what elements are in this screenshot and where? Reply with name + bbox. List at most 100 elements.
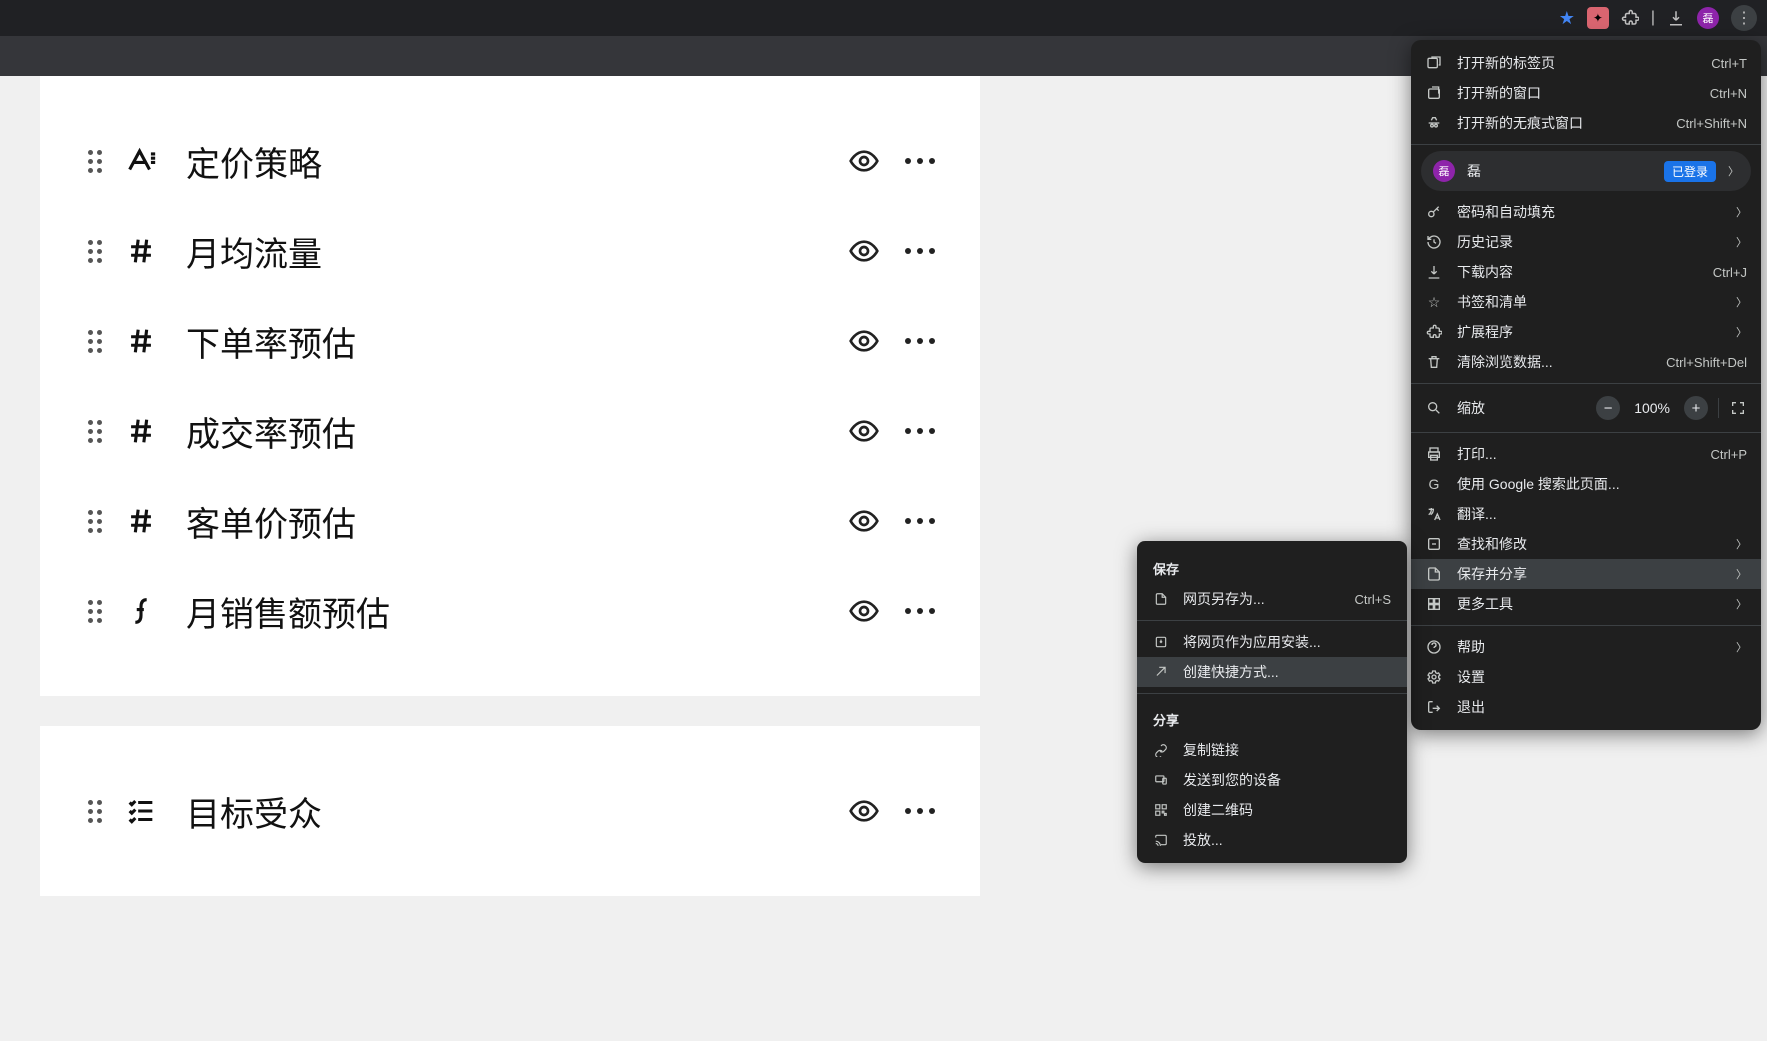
menu-label: 帮助 bbox=[1457, 637, 1722, 657]
submenu-create-qr[interactable]: 创建二维码 bbox=[1137, 795, 1407, 825]
chevron-right-icon: 〉 bbox=[1736, 324, 1747, 340]
menu-label: 使用 Google 搜索此页面... bbox=[1457, 474, 1747, 494]
menu-save-share[interactable]: 保存并分享 〉 bbox=[1411, 559, 1761, 589]
menu-find-edit[interactable]: 查找和修改 〉 bbox=[1411, 529, 1761, 559]
history-icon bbox=[1425, 234, 1443, 250]
submenu-label: 投放... bbox=[1183, 830, 1391, 850]
menu-clear-data[interactable]: 清除浏览数据... Ctrl+Shift+Del bbox=[1411, 347, 1761, 377]
property-type-icon bbox=[116, 501, 166, 541]
more-options-icon[interactable] bbox=[900, 141, 940, 181]
submenu-label: 创建二维码 bbox=[1183, 800, 1391, 820]
menu-new-tab[interactable]: 打开新的标签页 Ctrl+T bbox=[1411, 48, 1761, 78]
visibility-eye-icon[interactable] bbox=[844, 791, 884, 831]
menu-shortcut: Ctrl+J bbox=[1713, 265, 1747, 280]
drag-handle-icon[interactable] bbox=[80, 420, 110, 443]
install-icon bbox=[1153, 635, 1169, 649]
menu-account-row[interactable]: 磊 磊 已登录 〉 bbox=[1421, 151, 1751, 191]
account-name: 磊 bbox=[1467, 161, 1652, 181]
zoom-out-button[interactable]: − bbox=[1596, 396, 1620, 420]
visibility-eye-icon[interactable] bbox=[844, 141, 884, 181]
menu-label: 扩展程序 bbox=[1457, 322, 1722, 342]
drag-handle-icon[interactable] bbox=[80, 330, 110, 353]
property-list-card-2: 目标受众 bbox=[40, 726, 980, 896]
menu-label: 下载内容 bbox=[1457, 262, 1699, 282]
gear-icon bbox=[1425, 669, 1443, 685]
more-options-icon[interactable] bbox=[900, 791, 940, 831]
property-type-icon bbox=[116, 791, 166, 831]
login-badge: 已登录 bbox=[1664, 161, 1716, 182]
menu-settings[interactable]: 设置 bbox=[1411, 662, 1761, 692]
kebab-menu-icon[interactable]: ⋮ bbox=[1731, 5, 1757, 31]
more-options-icon[interactable] bbox=[900, 411, 940, 451]
menu-downloads[interactable]: 下载内容 Ctrl+J bbox=[1411, 257, 1761, 287]
more-options-icon[interactable] bbox=[900, 231, 940, 271]
google-icon: G bbox=[1425, 476, 1443, 492]
property-type-icon bbox=[116, 231, 166, 271]
menu-passwords[interactable]: 密码和自动填充 〉 bbox=[1411, 197, 1761, 227]
extensions-puzzle-icon[interactable] bbox=[1621, 9, 1639, 27]
menu-more-tools[interactable]: 更多工具 〉 bbox=[1411, 589, 1761, 619]
puzzle-icon bbox=[1425, 324, 1443, 340]
menu-extensions[interactable]: 扩展程序 〉 bbox=[1411, 317, 1761, 347]
visibility-eye-icon[interactable] bbox=[844, 231, 884, 271]
menu-translate[interactable]: 翻译... bbox=[1411, 499, 1761, 529]
property-type-icon bbox=[116, 591, 166, 631]
submenu-shortcut: Ctrl+S bbox=[1355, 592, 1391, 607]
separator: | bbox=[1651, 9, 1655, 27]
bookmark-star-icon[interactable]: ★ bbox=[1559, 8, 1575, 29]
property-row[interactable]: 目标受众 bbox=[80, 766, 940, 856]
submenu-copy-link[interactable]: 复制链接 bbox=[1137, 735, 1407, 765]
star-icon: ☆ bbox=[1425, 294, 1443, 311]
property-row[interactable]: 下单率预估 bbox=[80, 296, 940, 386]
visibility-eye-icon[interactable] bbox=[844, 411, 884, 451]
key-icon bbox=[1425, 204, 1443, 220]
menu-help[interactable]: 帮助 〉 bbox=[1411, 632, 1761, 662]
menu-shortcut: Ctrl+P bbox=[1711, 447, 1747, 462]
menu-label: 翻译... bbox=[1457, 504, 1747, 524]
menu-label: 查找和修改 bbox=[1457, 534, 1722, 554]
exit-icon bbox=[1425, 699, 1443, 715]
property-row[interactable]: 月销售额预估 bbox=[80, 566, 940, 656]
fullscreen-icon[interactable] bbox=[1729, 400, 1747, 416]
menu-zoom-row: 缩放 − 100% + bbox=[1411, 390, 1761, 426]
property-row[interactable]: 月均流量 bbox=[80, 206, 940, 296]
zoom-in-button[interactable]: + bbox=[1684, 396, 1708, 420]
menu-new-window[interactable]: 打开新的窗口 Ctrl+N bbox=[1411, 78, 1761, 108]
menu-print[interactable]: 打印... Ctrl+P bbox=[1411, 439, 1761, 469]
submenu-cast[interactable]: 投放... bbox=[1137, 825, 1407, 855]
drag-handle-icon[interactable] bbox=[80, 510, 110, 533]
property-row[interactable]: 成交率预估 bbox=[80, 386, 940, 476]
extension-icon[interactable]: ✦ bbox=[1587, 7, 1609, 29]
property-row[interactable]: 定价策略 bbox=[80, 116, 940, 206]
menu-incognito[interactable]: 打开新的无痕式窗口 Ctrl+Shift+N bbox=[1411, 108, 1761, 138]
visibility-eye-icon[interactable] bbox=[844, 321, 884, 361]
submenu-send-device[interactable]: 发送到您的设备 bbox=[1137, 765, 1407, 795]
more-options-icon[interactable] bbox=[900, 591, 940, 631]
visibility-eye-icon[interactable] bbox=[844, 501, 884, 541]
print-icon bbox=[1425, 446, 1443, 462]
chevron-right-icon: 〉 bbox=[1736, 536, 1747, 552]
more-options-icon[interactable] bbox=[900, 501, 940, 541]
zoom-icon bbox=[1425, 400, 1443, 416]
submenu-install-app[interactable]: 将网页作为应用安装... bbox=[1137, 627, 1407, 657]
submenu-save-as[interactable]: 网页另存为... Ctrl+S bbox=[1137, 584, 1407, 614]
menu-exit[interactable]: 退出 bbox=[1411, 692, 1761, 722]
drag-handle-icon[interactable] bbox=[80, 240, 110, 263]
chevron-right-icon: 〉 bbox=[1736, 596, 1747, 612]
more-options-icon[interactable] bbox=[900, 321, 940, 361]
drag-handle-icon[interactable] bbox=[80, 600, 110, 623]
visibility-eye-icon[interactable] bbox=[844, 591, 884, 631]
property-type-icon bbox=[116, 321, 166, 361]
property-type-icon bbox=[116, 141, 166, 181]
submenu-create-shortcut[interactable]: 创建快捷方式... bbox=[1137, 657, 1407, 687]
menu-bookmarks[interactable]: ☆ 书签和清单 〉 bbox=[1411, 287, 1761, 317]
chevron-right-icon: 〉 bbox=[1736, 204, 1747, 220]
drag-handle-icon[interactable] bbox=[80, 150, 110, 173]
downloads-icon[interactable] bbox=[1667, 9, 1685, 27]
drag-handle-icon[interactable] bbox=[80, 800, 110, 823]
profile-avatar[interactable]: 磊 bbox=[1697, 7, 1719, 29]
menu-search-page[interactable]: G 使用 Google 搜索此页面... bbox=[1411, 469, 1761, 499]
menu-history[interactable]: 历史记录 〉 bbox=[1411, 227, 1761, 257]
property-row[interactable]: 客单价预估 bbox=[80, 476, 940, 566]
chevron-right-icon: 〉 bbox=[1728, 163, 1739, 179]
